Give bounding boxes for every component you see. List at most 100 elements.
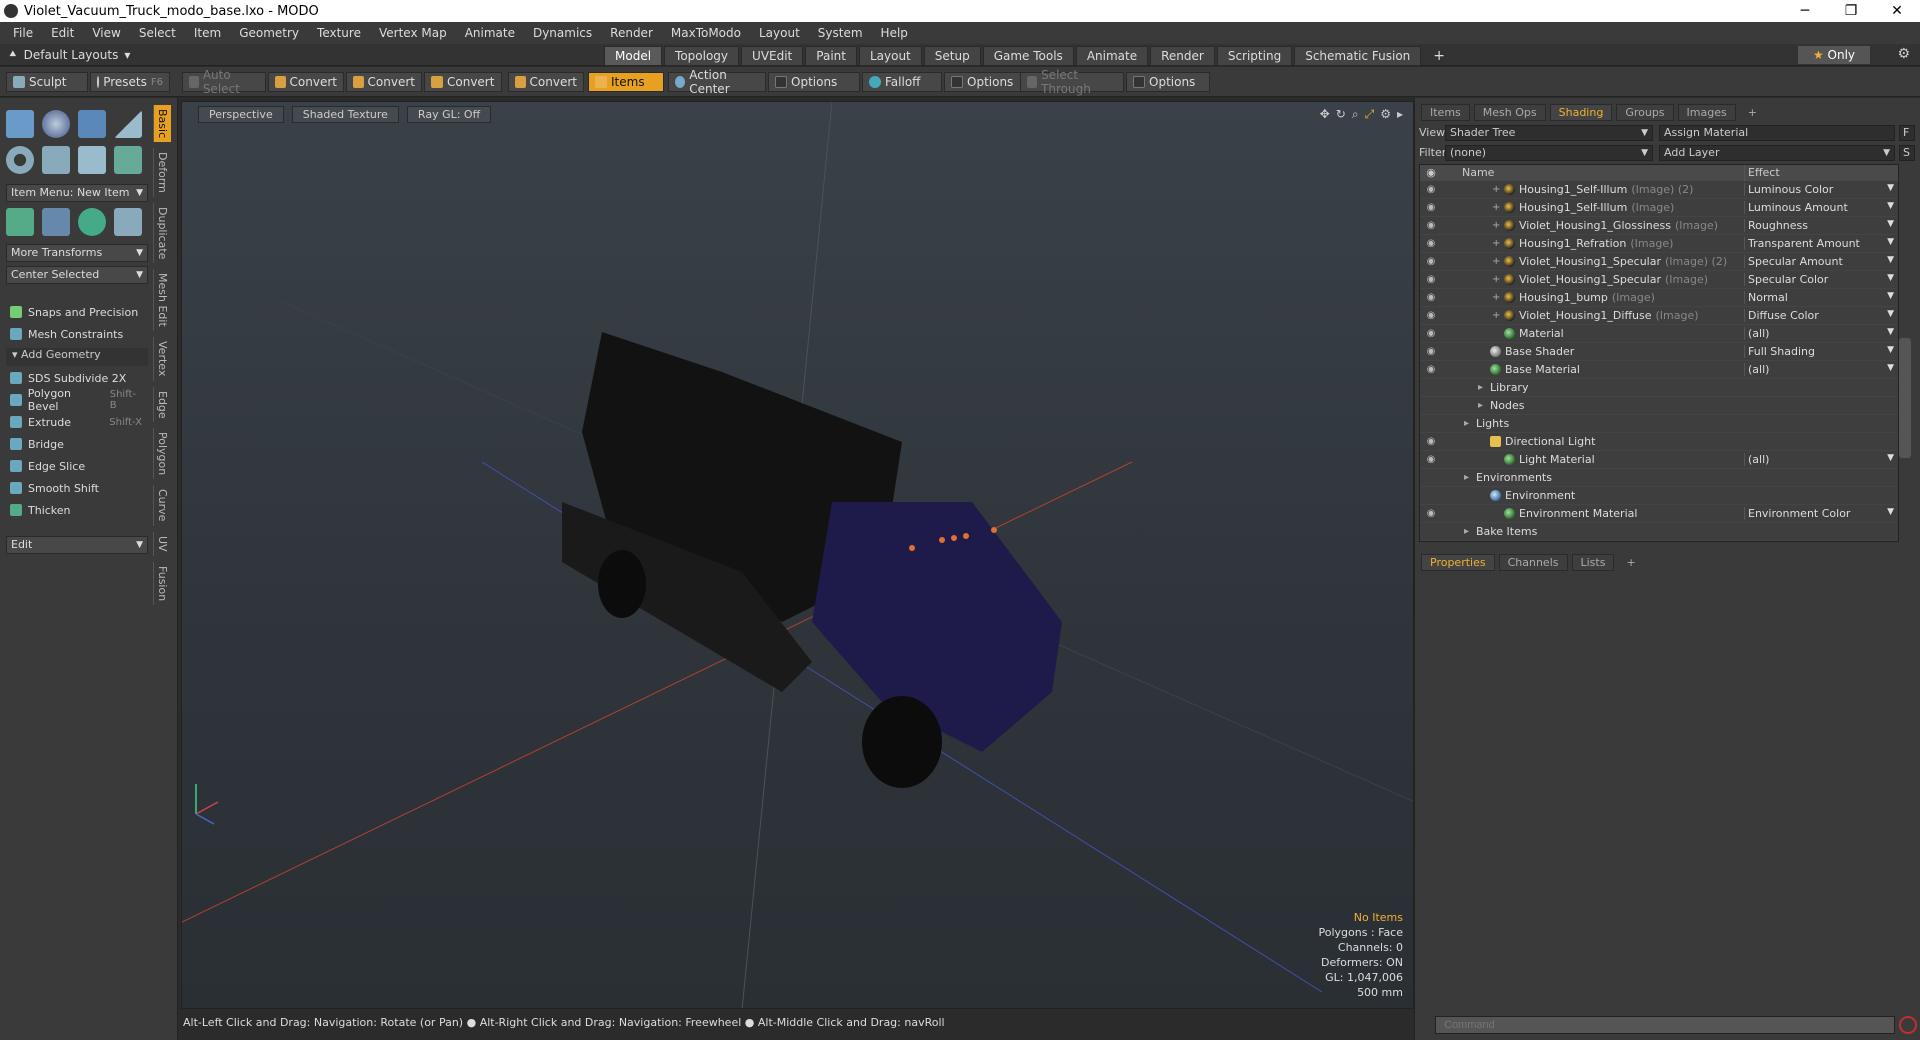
tool-bridge[interactable]: Bridge [6, 434, 148, 454]
tree-scrollbar[interactable] [1899, 338, 1911, 458]
vtab-mesh-edit[interactable]: Mesh Edit [153, 269, 171, 332]
vtab-basic[interactable]: Basic [153, 105, 171, 143]
menu-select[interactable]: Select [130, 26, 185, 40]
tab-paint[interactable]: Paint [805, 46, 857, 66]
3d-viewport[interactable]: Perspective Shaded Texture Ray GL: Off ✥… [181, 101, 1414, 1009]
shader-tree-row[interactable]: ◉ Directional Light [1420, 433, 1898, 451]
convert-items-button[interactable]: Convert [508, 72, 584, 92]
shader-tree-row[interactable]: ▸ Nodes [1420, 397, 1898, 415]
expand-plus-icon[interactable]: + [1492, 310, 1500, 321]
shader-tree-row[interactable]: ◉ + Violet_Housing1_Specular (Image) Specula… [1420, 271, 1898, 289]
select-through-button[interactable]: Select Through [1020, 68, 1124, 96]
visibility-eye-icon[interactable]: ◉ [1420, 328, 1442, 339]
shader-tree-row[interactable]: ▸ Bake Items [1420, 523, 1898, 541]
add-layer-dropdown[interactable]: Add Layer ▼ [1659, 145, 1895, 161]
menu-view[interactable]: View [83, 26, 129, 40]
item-menu-dropdown[interactable]: Item Menu: New Item ▼ [6, 184, 148, 202]
visibility-eye-icon[interactable]: ◉ [1420, 292, 1442, 303]
torus-icon[interactable] [6, 146, 34, 174]
row-effect-cell[interactable]: Transparent Amount ▼ [1744, 237, 1898, 250]
add-tab-button[interactable]: + [1423, 46, 1455, 66]
visibility-eye-icon[interactable]: ◉ [1420, 238, 1442, 249]
assign-material-button[interactable]: Assign Material [1659, 125, 1895, 141]
pen-icon[interactable] [78, 146, 106, 174]
shader-tree-row[interactable]: ◉ + Housing1_Refration (Image) Transparent A… [1420, 235, 1898, 253]
tab-scripting[interactable]: Scripting [1216, 46, 1293, 66]
visibility-eye-icon[interactable]: ◉ [1420, 256, 1442, 267]
action-center-button[interactable]: Action Center [668, 68, 766, 96]
shader-tree-row[interactable]: ◉ Material (all) ▼ [1420, 325, 1898, 343]
tab-model[interactable]: Model [604, 46, 663, 66]
minimize-button[interactable]: ─ [1782, 3, 1828, 19]
visibility-eye-icon[interactable]: ◉ [1420, 310, 1442, 321]
shader-tree-row[interactable]: ▸ Environments [1420, 469, 1898, 487]
shader-tree-row[interactable]: ◉ + Housing1_Self-Illum (Image) (2) Luminous… [1420, 181, 1898, 199]
vtab-duplicate[interactable]: Duplicate [153, 203, 171, 264]
cylinder-icon[interactable] [78, 110, 106, 138]
vtab-polygon[interactable]: Polygon [153, 428, 171, 480]
tab-lists[interactable]: Lists [1571, 554, 1615, 571]
visibility-eye-icon[interactable]: ◉ [1420, 220, 1442, 231]
tool-edge-slice[interactable]: Edge Slice [6, 456, 148, 476]
tab-groups[interactable]: Groups [1616, 104, 1674, 121]
add-geometry-section[interactable]: ▾ Add Geometry [6, 348, 148, 366]
convert-polygons-button[interactable]: Convert [424, 72, 502, 92]
tab-properties[interactable]: Properties [1421, 554, 1495, 571]
menu-vertex-map[interactable]: Vertex Map [370, 26, 456, 40]
menu-help[interactable]: Help [872, 26, 917, 40]
tool-polygon-bevel[interactable]: Polygon Bevel Shift-B [6, 387, 148, 413]
add-tab-button[interactable]: + [1740, 105, 1765, 120]
f-button[interactable]: F [1899, 125, 1915, 141]
only-button[interactable]: ★ Only [1798, 46, 1870, 64]
tab-mesh-ops[interactable]: Mesh Ops [1473, 104, 1546, 121]
text-tool-icon[interactable] [114, 146, 142, 174]
visibility-eye-icon[interactable]: ◉ [1420, 508, 1442, 519]
column-effect[interactable]: Effect [1744, 165, 1898, 181]
shader-tree-row[interactable]: ▸ Lights [1420, 415, 1898, 433]
column-name[interactable]: Name [1442, 165, 1744, 181]
tab-shading[interactable]: Shading [1549, 104, 1613, 121]
menu-maxtomodo[interactable]: MaxToModo [662, 26, 750, 40]
tab-uvedit[interactable]: UVEdit [741, 46, 804, 66]
menu-edit[interactable]: Edit [42, 26, 83, 40]
falloff-button[interactable]: Falloff [862, 72, 942, 92]
capsule-icon[interactable] [42, 146, 70, 174]
shader-tree-row[interactable]: ◉ Environment Material Environment Color ▼ [1420, 505, 1898, 523]
row-effect-cell[interactable]: Specular Color ▼ [1744, 273, 1898, 286]
tab-setup[interactable]: Setup [923, 46, 981, 66]
menu-texture[interactable]: Texture [308, 26, 370, 40]
items-mode-button[interactable]: Items [588, 72, 664, 92]
tab-topology[interactable]: Topology [664, 46, 740, 66]
visibility-eye-icon[interactable]: ◉ [1420, 184, 1442, 195]
tab-layout[interactable]: Layout [858, 46, 922, 66]
expand-arrow-icon[interactable]: ▸ [1397, 107, 1403, 122]
menu-item[interactable]: Item [185, 26, 230, 40]
menu-geometry[interactable]: Geometry [230, 26, 308, 40]
convert-vertices-button[interactable]: Convert [268, 72, 344, 92]
grid-icon[interactable] [42, 208, 70, 236]
visibility-eye-icon[interactable]: ◉ [1420, 364, 1442, 375]
vtab-uv[interactable]: UV [153, 531, 171, 556]
expand-plus-icon[interactable]: + [1492, 238, 1500, 249]
maximize-button[interactable]: ❐ [1828, 3, 1874, 19]
row-effect-cell[interactable]: Specular Amount ▼ [1744, 255, 1898, 268]
scale-icon[interactable] [114, 208, 142, 236]
close-button[interactable]: ✕ [1874, 3, 1920, 19]
menu-layout[interactable]: Layout [750, 26, 809, 40]
shader-tree-row[interactable]: ◉ + Housing1_Self-Illum (Image) Luminous Amo… [1420, 199, 1898, 217]
shading-mode-button[interactable]: Shaded Texture [291, 106, 399, 123]
row-effect-cell[interactable]: (all) ▼ [1744, 363, 1898, 376]
menu-render[interactable]: Render [601, 26, 662, 40]
shader-tree-row[interactable]: ◉ + Violet_Housing1_Specular (Image) (2) Spe… [1420, 253, 1898, 271]
expand-plus-icon[interactable]: + [1492, 202, 1500, 213]
vtab-edge[interactable]: Edge [153, 386, 171, 423]
select-through-options-button[interactable]: Options [1126, 72, 1210, 92]
sculpt-button[interactable]: Sculpt [6, 72, 88, 92]
view-dropdown[interactable]: Shader Tree ▼ [1445, 125, 1653, 141]
snaps-precision-button[interactable]: Snaps and Precision [6, 302, 148, 322]
shader-tree-row[interactable]: ◉ + Violet_Housing1_Glossiness (Image) Rough… [1420, 217, 1898, 235]
tab-images[interactable]: Images [1677, 104, 1736, 121]
shader-tree-row[interactable]: ◉ + Violet_Housing1_Diffuse (Image) Diffuse … [1420, 307, 1898, 325]
visibility-eye-icon[interactable]: ◉ [1420, 454, 1442, 465]
transform-icon[interactable] [6, 208, 34, 236]
